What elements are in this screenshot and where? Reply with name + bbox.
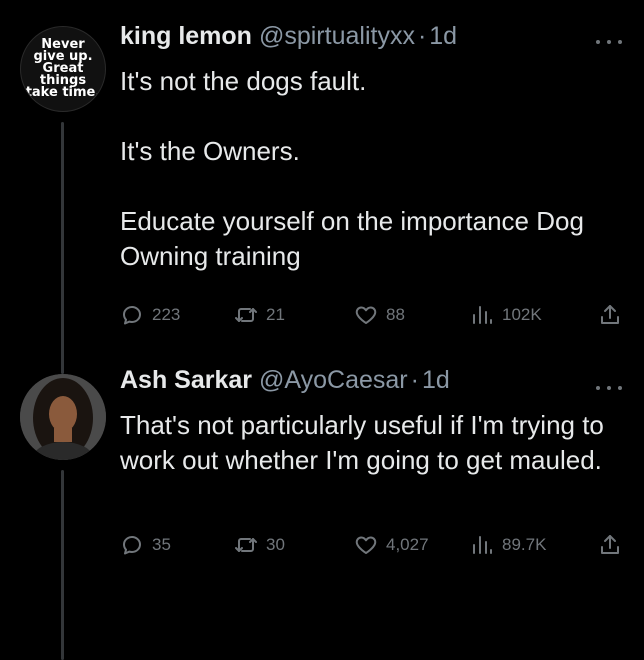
user-handle[interactable]: @spirtualityxx [259,22,415,51]
action-bar: 35 30 4,027 89.7K [120,530,624,560]
like-count: 4,027 [386,535,429,554]
views-count: 89.7K [502,535,547,554]
views-icon [473,306,492,324]
tweet: Never give up. Great things take time. k… [0,0,644,374]
share-button[interactable] [598,300,622,330]
retweet-button[interactable]: 30 [234,530,285,560]
retweet-icon [235,308,257,322]
more-icon[interactable] [596,384,622,392]
timestamp[interactable]: 1d [429,22,457,51]
heart-icon [355,536,377,554]
share-icon [601,535,619,554]
user-handle[interactable]: @AyoCaesar [259,366,408,395]
tweet-paragraph: It's the Owners. [120,136,300,166]
action-bar: 223 21 88 102K [120,300,624,330]
retweet-count: 21 [266,305,285,324]
reply-icon [123,306,141,325]
tweet-text: That's not particularly useful if I'm tr… [120,408,614,478]
reply-count: 35 [152,535,171,554]
like-button[interactable]: 4,027 [354,530,429,560]
views-button[interactable]: 102K [470,300,542,330]
share-icon [601,305,619,324]
more-icon[interactable] [596,38,622,46]
tweet-paragraph: That's not particularly useful if I'm tr… [120,410,604,475]
profile-photo-icon [20,374,106,460]
tweet-header: king lemon @spirtualityxx · 1d [120,22,624,58]
tweet-paragraph: Educate yourself on the importance Dog O… [120,206,584,271]
reply-button[interactable]: 223 [120,300,180,330]
retweet-icon [235,538,257,552]
timestamp[interactable]: 1d [422,366,450,395]
avatar[interactable]: Never give up. Great things take time. [20,26,106,112]
tweet-paragraph: It's not the dogs fault. [120,66,367,96]
views-icon [473,536,492,554]
views-count: 102K [502,305,542,324]
views-button[interactable]: 89.7K [470,530,546,560]
reply-icon [123,536,141,555]
display-name[interactable]: king lemon [120,22,252,51]
thread-line [61,470,64,660]
heart-icon [355,306,377,324]
avatar-quote-text: Never give up. Great things take time. [25,37,101,100]
like-count: 88 [386,305,405,324]
display-name[interactable]: Ash Sarkar [120,366,252,395]
like-button[interactable]: 88 [354,300,405,330]
separator-dot: · [410,366,419,394]
share-button[interactable] [598,530,622,560]
tweet-text: It's not the dogs fault. It's the Owners… [120,64,614,274]
reply-count: 223 [152,305,181,324]
retweet-count: 30 [266,535,285,554]
retweet-button[interactable]: 21 [234,300,285,330]
separator-dot: · [417,22,427,50]
tweet-header: Ash Sarkar @AyoCaesar · 1d [120,366,624,402]
thread-line [61,122,64,374]
reply-button[interactable]: 35 [120,530,171,560]
tweet: Ash Sarkar @AyoCaesar · 1d That's not pa… [0,360,644,660]
avatar[interactable] [20,374,106,460]
